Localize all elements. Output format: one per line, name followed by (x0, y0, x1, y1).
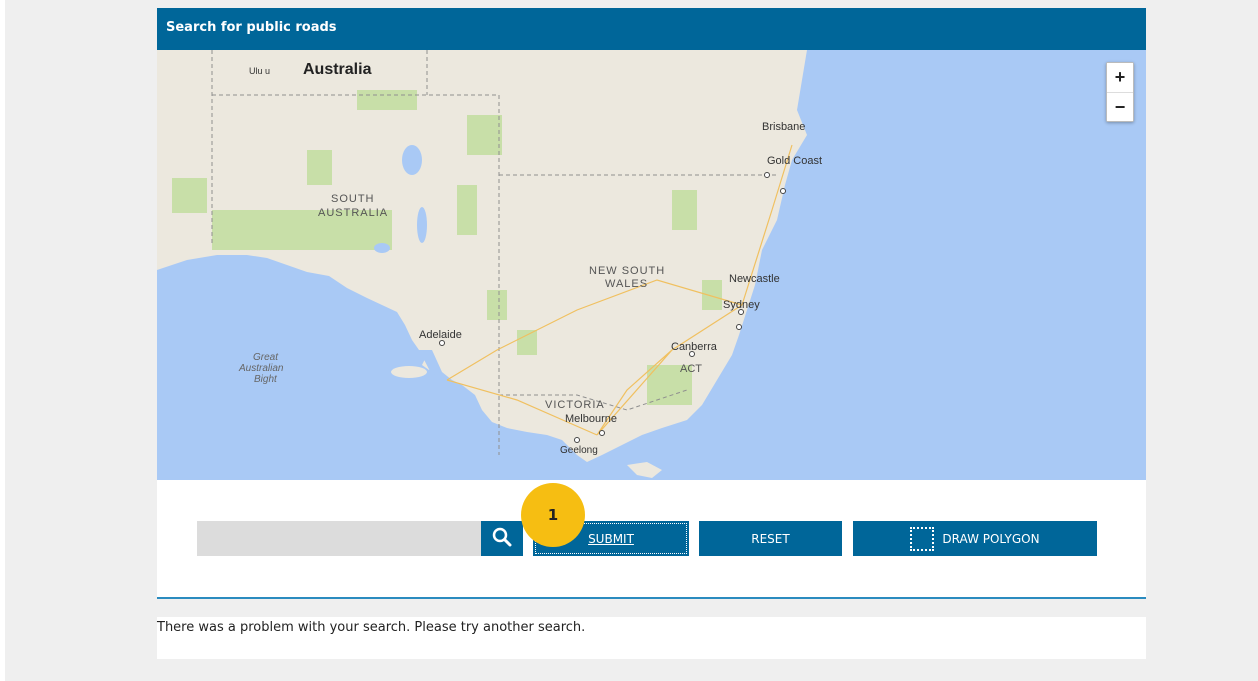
city-dot-geelong (574, 437, 580, 443)
park (467, 115, 502, 155)
draw-polygon-button[interactable]: DRAW POLYGON (853, 521, 1097, 556)
map-label-nsw-1: NEW SOUTH (589, 265, 665, 277)
submit-button[interactable]: SUBMIT (533, 521, 689, 556)
search-panel: Search for public roads Ulu u Australia … (157, 8, 1146, 659)
park (702, 280, 722, 310)
map-label-bight-2: Australian (238, 363, 284, 374)
map-label-gold-coast: Gold Coast (767, 155, 822, 167)
panel-title: Search for public roads (157, 8, 1146, 50)
search-icon (492, 527, 512, 547)
map-label-newcastle: Newcastle (729, 273, 780, 285)
map-label-geelong: Geelong (560, 445, 598, 456)
park (457, 185, 477, 235)
map-label-melbourne: Melbourne (565, 413, 617, 425)
map-label-nsw-2: WALES (605, 278, 648, 290)
error-message: There was a problem with your search. Pl… (157, 617, 1146, 659)
map-canvas[interactable]: Ulu u Australia SOUTH AUSTRALIA Brisbane… (157, 50, 1146, 480)
map-label-canberra: Canberra (671, 341, 718, 353)
lake (374, 243, 390, 253)
polygon-icon (910, 526, 935, 551)
map-label-sa-2: AUSTRALIA (318, 207, 388, 219)
draw-polygon-label: DRAW POLYGON (942, 531, 1040, 546)
city-dot-melbourne (599, 430, 605, 436)
search-input[interactable] (197, 521, 481, 556)
city-dot-brisbane (764, 172, 770, 178)
divider (157, 597, 1146, 599)
page-background: Search for public roads Ulu u Australia … (5, 0, 1258, 681)
park (307, 150, 332, 185)
map-label-victoria: VICTORIA (545, 399, 605, 411)
map-label-uluru: Ulu u (249, 66, 270, 76)
map-label-adelaide: Adelaide (419, 329, 462, 341)
zoom-control: + − (1106, 62, 1134, 122)
map-label-bight-3: Bight (254, 374, 278, 385)
kangaroo-island (391, 366, 427, 378)
park (172, 178, 207, 213)
park (357, 90, 417, 110)
search-button[interactable] (481, 521, 523, 556)
map-label-act: ACT (680, 363, 702, 375)
lake (402, 145, 422, 175)
reset-button[interactable]: RESET (699, 521, 842, 556)
park (517, 330, 537, 355)
map-label-sa-1: SOUTH (331, 193, 375, 205)
zoom-out-button[interactable]: − (1107, 92, 1133, 121)
zoom-in-button[interactable]: + (1107, 63, 1133, 92)
search-controls: SUBMIT RESET DRAW POLYGON 1 (157, 480, 1146, 597)
map-label-bight-1: Great (253, 352, 279, 363)
map-label-sydney: Sydney (723, 299, 760, 311)
park (487, 290, 507, 320)
city-dot-adelaide (439, 340, 445, 346)
city-dot-gold-coast (780, 188, 786, 194)
lake (417, 207, 427, 243)
city-dot-newcastle (736, 324, 742, 330)
park (672, 190, 697, 230)
map-view[interactable]: Ulu u Australia SOUTH AUSTRALIA Brisbane… (157, 50, 1146, 480)
map-label-australia: Australia (303, 61, 372, 78)
map-label-brisbane: Brisbane (762, 121, 805, 133)
